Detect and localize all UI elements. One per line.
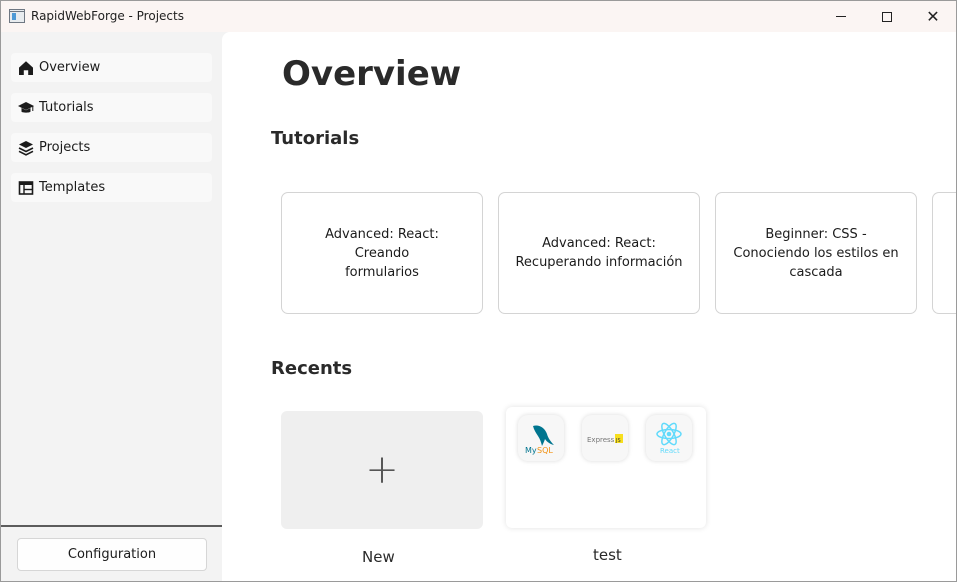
- layers-icon: [18, 140, 34, 156]
- tutorial-card[interactable]: Advanced: React: Creando formularios: [281, 192, 483, 314]
- sidebar-divider: [1, 525, 222, 527]
- new-project-tile[interactable]: +: [281, 411, 483, 529]
- template-icon: [18, 180, 34, 195]
- mysql-icon: My SQL: [518, 415, 564, 461]
- sidebar-item-templates[interactable]: Templates: [11, 173, 212, 202]
- window-title: RapidWebForge - Projects: [31, 9, 184, 23]
- sidebar-item-tutorials[interactable]: Tutorials: [11, 93, 212, 122]
- sidebar-item-label: Overview: [39, 60, 101, 75]
- tutorial-card[interactable]: Advanced: React: Recuperando información: [498, 192, 700, 314]
- sidebar: Overview Tutorials Projects Templates Co…: [1, 32, 222, 581]
- project-label: test: [593, 546, 622, 564]
- configuration-button[interactable]: Configuration: [17, 538, 207, 571]
- tutorial-card-partial[interactable]: [932, 192, 956, 314]
- plus-icon: +: [365, 447, 399, 493]
- sidebar-item-label: Projects: [39, 140, 91, 155]
- svg-text:SQL: SQL: [537, 446, 553, 455]
- express-js-icon: Express JS: [582, 415, 628, 461]
- svg-text:JS: JS: [615, 438, 621, 444]
- close-icon: ✕: [926, 7, 940, 26]
- title-bar[interactable]: RapidWebForge - Projects ✕: [1, 1, 956, 32]
- page-title: Overview: [282, 54, 462, 94]
- svg-text:My: My: [525, 446, 537, 455]
- project-tile[interactable]: My SQL Express JS React: [506, 407, 706, 528]
- sidebar-item-label: Templates: [39, 180, 106, 195]
- sidebar-item-overview[interactable]: Overview: [11, 53, 212, 82]
- sidebar-item-label: Tutorials: [39, 100, 94, 115]
- minimize-button[interactable]: [818, 1, 864, 32]
- sidebar-item-projects[interactable]: Projects: [11, 133, 212, 162]
- maximize-icon: [882, 11, 892, 22]
- app-window: RapidWebForge - Projects ✕ Overview Tuto…: [0, 0, 957, 582]
- svg-text:React: React: [660, 447, 680, 455]
- minimize-icon: [836, 16, 846, 17]
- graduation-cap-icon: [18, 101, 34, 113]
- tutorial-card[interactable]: Beginner: CSS - Conociendo los estilos e…: [715, 192, 917, 314]
- maximize-button[interactable]: [864, 1, 910, 32]
- svg-text:Express: Express: [587, 436, 615, 444]
- recents-heading: Recents: [271, 358, 353, 379]
- main-content: Overview Tutorials Advanced: React: Crea…: [222, 32, 956, 581]
- close-button[interactable]: ✕: [910, 1, 956, 32]
- app-icon: [9, 9, 25, 23]
- home-icon: [19, 60, 33, 75]
- new-project-label: New: [362, 548, 395, 566]
- tutorials-heading: Tutorials: [271, 128, 360, 149]
- react-icon: React: [646, 415, 692, 461]
